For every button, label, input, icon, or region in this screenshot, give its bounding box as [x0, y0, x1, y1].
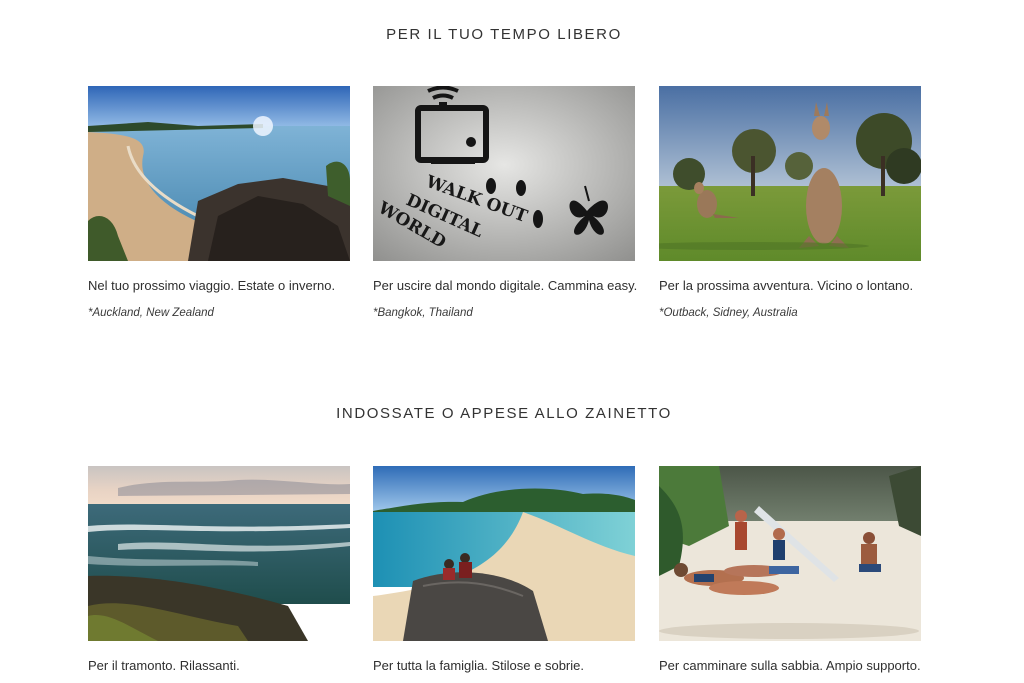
family-beach-photo[interactable]	[373, 466, 635, 641]
card-caption: Nel tuo prossimo viaggio. Estate o inver…	[88, 278, 336, 293]
bangkok-stencil-photo[interactable]: WALK OUT DIGITAL WORLD	[373, 86, 635, 261]
product-card[interactable]: Per tutta la famiglia. Stilose e sobrie.	[373, 466, 635, 673]
outback-kangaroo-photo[interactable]	[659, 86, 921, 261]
product-card[interactable]: WALK OUT DIGITAL WORLD Per uscire dal mo…	[373, 86, 638, 319]
card-location: *Outback, Sidney, Australia	[659, 307, 798, 319]
section-title-backpack: INDOSSATE O APPESE ALLO ZAINETTO	[336, 405, 672, 422]
card-caption: Per camminare sulla sabbia. Ampio suppor…	[659, 658, 921, 673]
product-card[interactable]: Nel tuo prossimo viaggio. Estate o inver…	[88, 86, 350, 319]
card-caption: Per tutta la famiglia. Stilose e sobrie.	[373, 658, 584, 673]
card-caption: Per il tramonto. Rilassanti.	[88, 658, 240, 673]
sunset-coast-photo[interactable]	[88, 466, 350, 641]
product-card[interactable]: Per camminare sulla sabbia. Ampio suppor…	[659, 466, 921, 673]
card-caption: Per uscire dal mondo digitale. Cammina e…	[373, 278, 638, 293]
card-location: *Auckland, New Zealand	[88, 307, 214, 319]
card-location: *Bangkok, Thailand	[373, 307, 473, 319]
section-title-leisure: PER IL TUO TEMPO LIBERO	[386, 26, 622, 43]
card-caption: Per la prossima avventura. Vicino o lont…	[659, 278, 914, 293]
auckland-beach-photo[interactable]	[88, 86, 350, 261]
product-card[interactable]: Per il tramonto. Rilassanti.	[88, 466, 350, 673]
product-card[interactable]: Per la prossima avventura. Vicino o lont…	[659, 86, 921, 319]
sand-walk-photo[interactable]	[659, 466, 921, 641]
